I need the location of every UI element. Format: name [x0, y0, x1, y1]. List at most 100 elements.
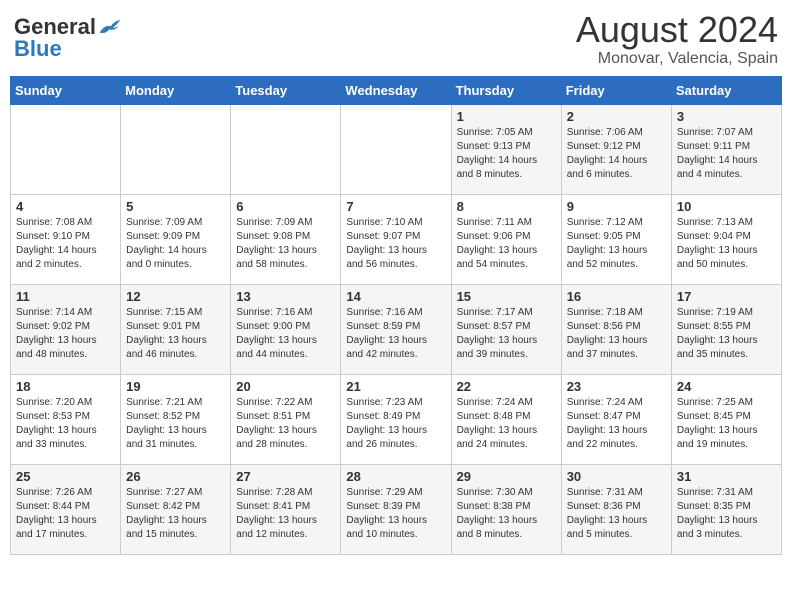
day-number: 15: [457, 289, 556, 304]
calendar-cell: 3 Sunrise: 7:07 AM Sunset: 9:11 PM Daylig…: [671, 104, 781, 194]
day-info: Sunrise: 7:27 AM Sunset: 8:42 PM Dayligh…: [126, 486, 225, 542]
day-number: 20: [236, 379, 335, 394]
day-number: 3: [677, 109, 776, 124]
day-number: 26: [126, 469, 225, 484]
logo: General Blue: [14, 14, 122, 62]
calendar-cell: 23 Sunrise: 7:24 AM Sunset: 8:47 PM Dayli…: [561, 374, 671, 464]
calendar-cell: 25 Sunrise: 7:26 AM Sunset: 8:44 PM Dayli…: [11, 464, 121, 554]
calendar-cell: 18Sunrise: 7:20 AM Sunset: 8:53 PM Dayli…: [11, 374, 121, 464]
col-header-sunday: Sunday: [11, 76, 121, 104]
day-number: 14: [346, 289, 445, 304]
calendar-cell: [11, 104, 121, 194]
day-number: 16: [567, 289, 666, 304]
calendar-week-row: 4 Sunrise: 7:08 AM Sunset: 9:10 PM Daylig…: [11, 194, 782, 284]
day-info: Sunrise: 7:09 AM Sunset: 9:08 PM Dayligh…: [236, 216, 335, 272]
col-header-friday: Friday: [561, 76, 671, 104]
day-info: Sunrise: 7:20 AM Sunset: 8:53 PM Dayligh…: [16, 396, 115, 452]
day-number: 7: [346, 199, 445, 214]
calendar-cell: 31 Sunrise: 7:31 AM Sunset: 8:35 PM Dayli…: [671, 464, 781, 554]
calendar-cell: 30 Sunrise: 7:31 AM Sunset: 8:36 PM Dayli…: [561, 464, 671, 554]
day-info: Sunrise: 7:05 AM Sunset: 9:13 PM Dayligh…: [457, 126, 556, 182]
calendar-cell: 9Sunrise: 7:12 AM Sunset: 9:05 PM Daylig…: [561, 194, 671, 284]
calendar-cell: 15 Sunrise: 7:17 AM Sunset: 8:57 PM Dayli…: [451, 284, 561, 374]
calendar-cell: 8 Sunrise: 7:11 AM Sunset: 9:06 PM Daylig…: [451, 194, 561, 284]
day-number: 9: [567, 199, 666, 214]
day-info: Sunrise: 7:31 AM Sunset: 8:35 PM Dayligh…: [677, 486, 776, 542]
calendar-cell: 13 Sunrise: 7:16 AM Sunset: 9:00 PM Dayli…: [231, 284, 341, 374]
day-info: Sunrise: 7:11 AM Sunset: 9:06 PM Dayligh…: [457, 216, 556, 272]
day-info: Sunrise: 7:17 AM Sunset: 8:57 PM Dayligh…: [457, 306, 556, 362]
day-number: 1: [457, 109, 556, 124]
calendar-cell: 4 Sunrise: 7:08 AM Sunset: 9:10 PM Daylig…: [11, 194, 121, 284]
day-number: 17: [677, 289, 776, 304]
calendar-cell: 7Sunrise: 7:10 AM Sunset: 9:07 PM Daylig…: [341, 194, 451, 284]
calendar-cell: 6 Sunrise: 7:09 AM Sunset: 9:08 PM Daylig…: [231, 194, 341, 284]
calendar-cell: 28 Sunrise: 7:29 AM Sunset: 8:39 PM Dayli…: [341, 464, 451, 554]
day-info: Sunrise: 7:22 AM Sunset: 8:51 PM Dayligh…: [236, 396, 335, 452]
calendar-cell: 12 Sunrise: 7:15 AM Sunset: 9:01 PM Dayli…: [121, 284, 231, 374]
day-info: Sunrise: 7:23 AM Sunset: 8:49 PM Dayligh…: [346, 396, 445, 452]
calendar-cell: 5 Sunrise: 7:09 AM Sunset: 9:09 PM Daylig…: [121, 194, 231, 284]
day-number: 31: [677, 469, 776, 484]
calendar-cell: 1 Sunrise: 7:05 AM Sunset: 9:13 PM Daylig…: [451, 104, 561, 194]
day-number: 27: [236, 469, 335, 484]
calendar-cell: 20 Sunrise: 7:22 AM Sunset: 8:51 PM Dayli…: [231, 374, 341, 464]
day-number: 4: [16, 199, 115, 214]
col-header-wednesday: Wednesday: [341, 76, 451, 104]
day-info: Sunrise: 7:06 AM Sunset: 9:12 PM Dayligh…: [567, 126, 666, 182]
day-number: 13: [236, 289, 335, 304]
day-number: 5: [126, 199, 225, 214]
calendar-cell: 26 Sunrise: 7:27 AM Sunset: 8:42 PM Dayli…: [121, 464, 231, 554]
day-info: Sunrise: 7:19 AM Sunset: 8:55 PM Dayligh…: [677, 306, 776, 362]
day-number: 23: [567, 379, 666, 394]
day-number: 21: [346, 379, 445, 394]
day-info: Sunrise: 7:21 AM Sunset: 8:52 PM Dayligh…: [126, 396, 225, 452]
day-info: Sunrise: 7:08 AM Sunset: 9:10 PM Dayligh…: [16, 216, 115, 272]
day-info: Sunrise: 7:15 AM Sunset: 9:01 PM Dayligh…: [126, 306, 225, 362]
day-number: 11: [16, 289, 115, 304]
calendar-header-row: SundayMondayTuesdayWednesdayThursdayFrid…: [11, 76, 782, 104]
day-info: Sunrise: 7:24 AM Sunset: 8:47 PM Dayligh…: [567, 396, 666, 452]
title-block: August 2024 Monovar, Valencia, Spain: [576, 10, 778, 68]
day-info: Sunrise: 7:25 AM Sunset: 8:45 PM Dayligh…: [677, 396, 776, 452]
day-info: Sunrise: 7:16 AM Sunset: 9:00 PM Dayligh…: [236, 306, 335, 362]
calendar-cell: 19 Sunrise: 7:21 AM Sunset: 8:52 PM Dayli…: [121, 374, 231, 464]
day-info: Sunrise: 7:31 AM Sunset: 8:36 PM Dayligh…: [567, 486, 666, 542]
day-info: Sunrise: 7:13 AM Sunset: 9:04 PM Dayligh…: [677, 216, 776, 272]
day-number: 30: [567, 469, 666, 484]
day-info: Sunrise: 7:26 AM Sunset: 8:44 PM Dayligh…: [16, 486, 115, 542]
col-header-thursday: Thursday: [451, 76, 561, 104]
calendar-table: SundayMondayTuesdayWednesdayThursdayFrid…: [10, 76, 782, 555]
calendar-cell: 29Sunrise: 7:30 AM Sunset: 8:38 PM Dayli…: [451, 464, 561, 554]
calendar-cell: [341, 104, 451, 194]
day-number: 12: [126, 289, 225, 304]
day-info: Sunrise: 7:09 AM Sunset: 9:09 PM Dayligh…: [126, 216, 225, 272]
location-subtitle: Monovar, Valencia, Spain: [576, 50, 778, 68]
logo-bird-icon: [98, 17, 122, 37]
day-info: Sunrise: 7:18 AM Sunset: 8:56 PM Dayligh…: [567, 306, 666, 362]
col-header-tuesday: Tuesday: [231, 76, 341, 104]
day-info: Sunrise: 7:07 AM Sunset: 9:11 PM Dayligh…: [677, 126, 776, 182]
day-number: 28: [346, 469, 445, 484]
calendar-week-row: 1 Sunrise: 7:05 AM Sunset: 9:13 PM Daylig…: [11, 104, 782, 194]
calendar-cell: 16 Sunrise: 7:18 AM Sunset: 8:56 PM Dayli…: [561, 284, 671, 374]
day-info: Sunrise: 7:29 AM Sunset: 8:39 PM Dayligh…: [346, 486, 445, 542]
calendar-cell: [231, 104, 341, 194]
calendar-week-row: 18Sunrise: 7:20 AM Sunset: 8:53 PM Dayli…: [11, 374, 782, 464]
calendar-cell: 10Sunrise: 7:13 AM Sunset: 9:04 PM Dayli…: [671, 194, 781, 284]
day-number: 6: [236, 199, 335, 214]
col-header-monday: Monday: [121, 76, 231, 104]
day-number: 19: [126, 379, 225, 394]
month-year-title: August 2024: [576, 10, 778, 50]
calendar-cell: 14Sunrise: 7:16 AM Sunset: 8:59 PM Dayli…: [341, 284, 451, 374]
calendar-cell: 27 Sunrise: 7:28 AM Sunset: 8:41 PM Dayli…: [231, 464, 341, 554]
calendar-cell: 17 Sunrise: 7:19 AM Sunset: 8:55 PM Dayli…: [671, 284, 781, 374]
day-number: 29: [457, 469, 556, 484]
day-info: Sunrise: 7:28 AM Sunset: 8:41 PM Dayligh…: [236, 486, 335, 542]
calendar-cell: [121, 104, 231, 194]
day-number: 8: [457, 199, 556, 214]
day-info: Sunrise: 7:24 AM Sunset: 8:48 PM Dayligh…: [457, 396, 556, 452]
day-number: 24: [677, 379, 776, 394]
day-number: 25: [16, 469, 115, 484]
col-header-saturday: Saturday: [671, 76, 781, 104]
